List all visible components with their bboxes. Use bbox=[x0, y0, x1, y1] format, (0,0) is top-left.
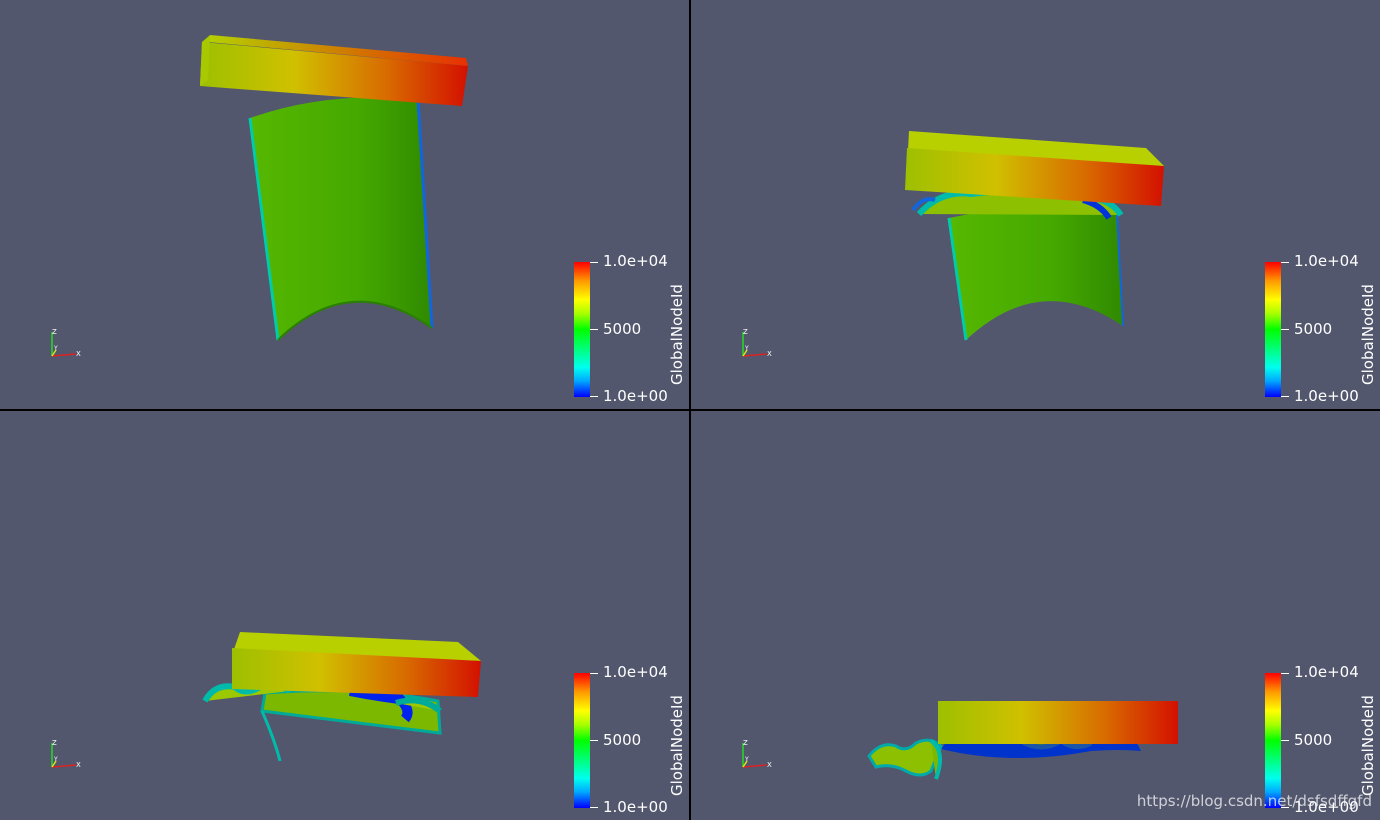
color-legend-bar bbox=[574, 673, 590, 808]
svg-text:Z: Z bbox=[743, 739, 748, 747]
render-view-4[interactable]: 1.0e+04 5000 1.0e+00 GlobalNodeId Z X Y … bbox=[691, 411, 1380, 820]
svg-text:X: X bbox=[767, 350, 772, 358]
legend-mid-label: 5000 bbox=[603, 731, 642, 749]
legend-mid-label: 5000 bbox=[603, 320, 642, 338]
legend-min-label: 1.0e+00 bbox=[1294, 387, 1359, 405]
legend-max-label: 1.0e+04 bbox=[603, 663, 668, 681]
legend-title: GlobalNodeId bbox=[1359, 695, 1377, 796]
legend-max-label: 1.0e+04 bbox=[603, 252, 668, 270]
svg-text:X: X bbox=[76, 350, 81, 358]
legend-max-label: 1.0e+04 bbox=[1294, 663, 1359, 681]
orientation-axes-icon: Z X Y bbox=[742, 328, 772, 358]
orientation-axes-icon: Z X Y bbox=[51, 328, 81, 358]
svg-text:Z: Z bbox=[52, 328, 57, 336]
orientation-axes-icon: Z X Y bbox=[742, 739, 772, 769]
render-view-3[interactable]: 1.0e+04 5000 1.0e+00 GlobalNodeId Z X Y bbox=[0, 411, 689, 820]
svg-text:Z: Z bbox=[743, 328, 748, 336]
orientation-axes-icon: Z X Y bbox=[51, 739, 81, 769]
render-view-2[interactable]: 1.0e+04 5000 1.0e+00 GlobalNodeId Z X Y bbox=[691, 0, 1380, 409]
svg-text:X: X bbox=[767, 761, 772, 769]
svg-text:Y: Y bbox=[744, 345, 749, 352]
legend-min-label: 1.0e+00 bbox=[603, 387, 668, 405]
svg-text:Z: Z bbox=[52, 739, 57, 747]
color-legend-bar bbox=[1265, 262, 1281, 397]
legend-min-label: 1.0e+00 bbox=[603, 798, 668, 816]
svg-text:Y: Y bbox=[53, 756, 58, 763]
legend-max-label: 1.0e+04 bbox=[1294, 252, 1359, 270]
color-legend-bar bbox=[574, 262, 590, 397]
svg-text:Y: Y bbox=[744, 756, 749, 763]
watermark-text: https://blog.csdn.net/dsfsdffgfd bbox=[1136, 792, 1372, 810]
legend-mid-label: 5000 bbox=[1294, 731, 1333, 749]
render-view-1[interactable]: 1.0e+04 5000 1.0e+00 GlobalNodeId Z X Y bbox=[0, 0, 689, 409]
color-legend-bar bbox=[1265, 673, 1281, 808]
legend-mid-label: 5000 bbox=[1294, 320, 1333, 338]
legend-title: GlobalNodeId bbox=[668, 284, 686, 385]
svg-text:Y: Y bbox=[53, 345, 58, 352]
legend-title: GlobalNodeId bbox=[668, 695, 686, 796]
legend-title: GlobalNodeId bbox=[1359, 284, 1377, 385]
svg-text:X: X bbox=[76, 761, 81, 769]
